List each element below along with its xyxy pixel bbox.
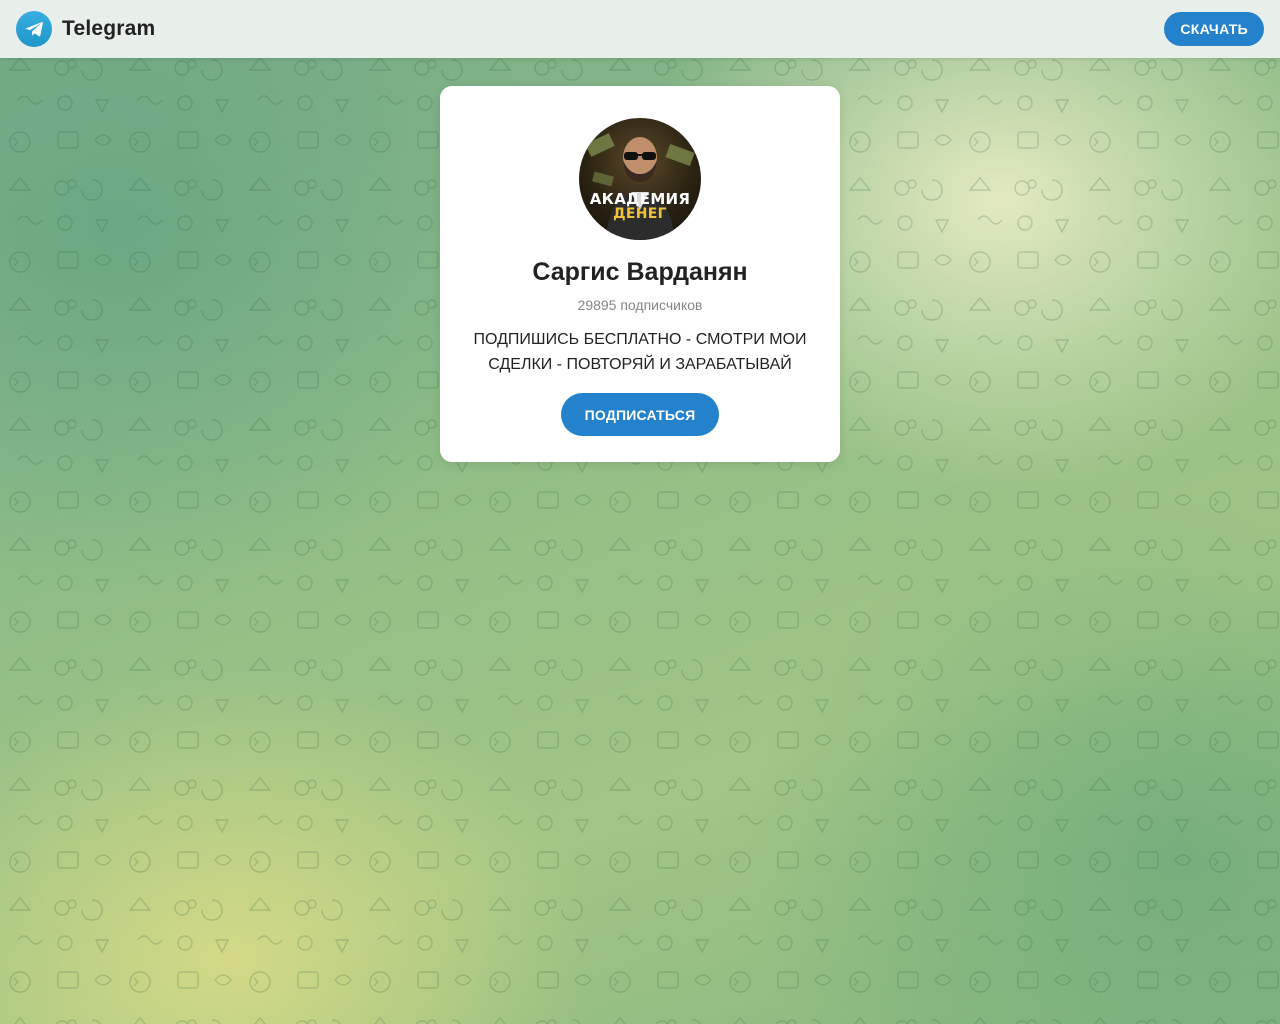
brand[interactable]: Telegram xyxy=(16,11,155,47)
subscribe-button[interactable]: ПОДПИСАТЬСЯ xyxy=(560,393,720,436)
download-button[interactable]: СКАЧАТЬ xyxy=(1164,12,1264,46)
avatar-title-line2: ДЕНЕГ xyxy=(613,206,667,222)
top-header: Telegram СКАЧАТЬ xyxy=(0,0,1280,58)
telegram-logo-icon xyxy=(16,11,52,47)
channel-avatar: АКАДЕМИЯ ДЕНЕГ xyxy=(579,118,701,240)
channel-title: Саргис Варданян xyxy=(532,258,748,286)
brand-name: Telegram xyxy=(62,17,156,40)
channel-card: АКАДЕМИЯ ДЕНЕГ Саргис Варданян 29895 под… xyxy=(440,86,840,462)
channel-description: ПОДПИШИСЬ БЕСПЛАТНО - СМОТРИ МОИ СДЕЛКИ … xyxy=(473,331,807,373)
subscriber-count: 29895 подписчиков xyxy=(577,297,703,313)
